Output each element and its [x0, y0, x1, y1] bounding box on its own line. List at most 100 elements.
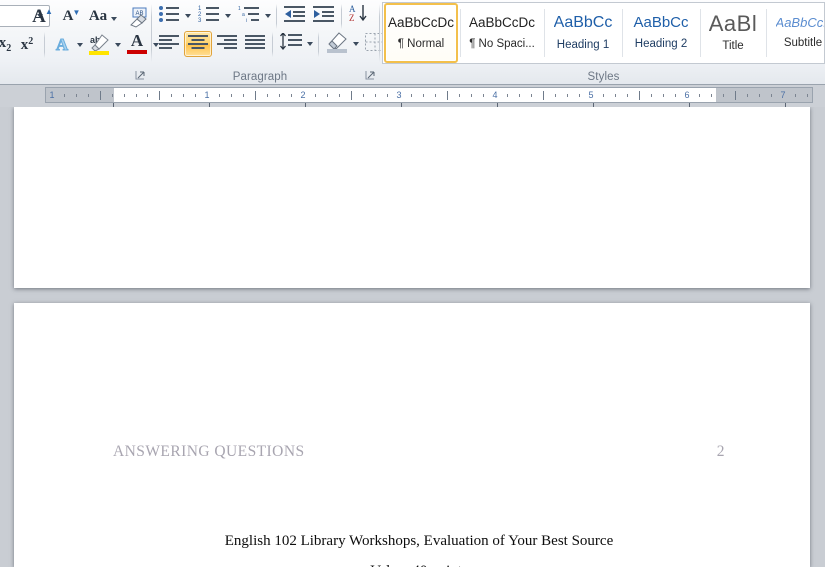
subscript-icon: x2 [0, 34, 12, 54]
ruler-number: 1 [204, 90, 210, 100]
ruler-number: 3 [396, 90, 402, 100]
document-title-line-2: Value: 40 points [113, 563, 725, 567]
align-left-button[interactable] [156, 32, 182, 56]
svg-text:a: a [242, 12, 245, 18]
superscript-icon: x2 [20, 35, 34, 53]
horizontal-ruler[interactable]: 1 1 2 3 4 5 6 7 [45, 87, 813, 103]
font-color-button[interactable]: A [124, 31, 150, 57]
line-spacing-chevron-down-icon[interactable] [307, 42, 313, 46]
shading-icon [326, 31, 348, 58]
style-preview: AaBbCcDc [468, 16, 536, 30]
increase-indent-button[interactable] [311, 4, 337, 28]
style-item-normal[interactable]: AaBbCcDc ¶ Normal [384, 3, 458, 63]
align-right-icon [217, 34, 237, 55]
group-divider-paragraph-styles [379, 4, 380, 62]
clear-formatting-button[interactable]: AB [126, 4, 152, 29]
ribbon-group-font-label: ont [0, 71, 65, 83]
line-spacing-icon [280, 31, 302, 55]
superscript-button[interactable]: x2 [14, 33, 40, 56]
ribbon-group-styles: AaBbCcDc ¶ Normal AaBbCcDc ¶ No Spaci...… [382, 0, 825, 85]
svg-text:Z: Z [349, 13, 355, 23]
style-preview: AaBbCcL [775, 16, 825, 30]
ribbon: A ▲ A ▼ Aa AB x2 x2 A ab A 1 2 3 1 a i A… [0, 0, 825, 85]
styles-gallery[interactable]: AaBbCcDc ¶ Normal AaBbCcDc ¶ No Spaci...… [382, 2, 825, 64]
ruler-right-margin [716, 88, 812, 102]
style-preview: AaBl [708, 13, 758, 36]
ruler-number: 5 [588, 90, 594, 100]
multilevel-list-icon: 1 a i [238, 5, 260, 28]
shrink-font-icon: A ▼ [62, 8, 81, 24]
ribbon-group-font: A ▲ A ▼ Aa AB x2 x2 A ab A [0, 0, 159, 85]
change-case-icon: Aa [88, 8, 108, 24]
document-page-2[interactable]: ANSWERING QUESTIONS 2 English 102 Librar… [14, 303, 810, 567]
style-name: ¶ No Spaci... [469, 37, 535, 50]
decrease-indent-button[interactable] [282, 4, 308, 28]
style-name: Heading 2 [634, 38, 688, 51]
text-highlight-color-button[interactable]: ab [86, 31, 112, 57]
style-preview: AaBbCс [553, 14, 613, 31]
font-color-icon: A [126, 32, 148, 56]
style-item-title[interactable]: AaBl Title [701, 3, 765, 63]
align-left-icon [159, 34, 179, 55]
sort-button[interactable]: A Z [346, 3, 372, 28]
ruler-number: 1 [49, 90, 55, 100]
text-effects-button[interactable]: A [50, 33, 74, 56]
running-head-text: ANSWERING QUESTIONS [113, 443, 305, 460]
ribbon-group-paragraph-label: Paragraph [232, 71, 288, 83]
highlight-chevron-down-icon[interactable] [115, 43, 121, 47]
numbering-button[interactable]: 1 2 3 [196, 4, 222, 28]
bullets-chevron-down-icon[interactable] [185, 14, 191, 18]
style-name: ¶ Normal [397, 37, 445, 50]
text-effects-chevron-down-icon[interactable] [77, 43, 83, 47]
align-right-button[interactable] [214, 32, 240, 56]
multilevel-list-button[interactable]: 1 a i [236, 4, 262, 28]
style-item-no-spacing[interactable]: AaBbCcDc ¶ No Spaci... [461, 3, 543, 63]
multilevel-list-chevron-down-icon[interactable] [265, 14, 271, 18]
line-spacing-button[interactable] [278, 31, 304, 56]
change-case-button[interactable]: Aa [86, 5, 120, 28]
ruler-number: 6 [684, 90, 690, 100]
highlight-icon: ab [87, 32, 111, 56]
bullets-icon [158, 5, 180, 28]
page-number: 2 [716, 443, 725, 460]
style-preview: AaBbCc [633, 15, 689, 31]
font-dialog-launcher[interactable] [134, 69, 147, 82]
document-canvas[interactable]: ANSWERING QUESTIONS 2 English 102 Librar… [0, 107, 825, 567]
align-center-icon [188, 34, 208, 55]
svg-text:i: i [246, 18, 247, 23]
text-effects-icon: A [55, 34, 69, 54]
numbering-chevron-down-icon[interactable] [225, 14, 231, 18]
increase-indent-icon [313, 5, 335, 28]
svg-text:1: 1 [238, 6, 241, 12]
ribbon-group-paragraph: 1 2 3 1 a i A Z Paragraph [152, 0, 397, 85]
document-title-line-1: English 102 Library Workshops, Evaluatio… [224, 533, 614, 549]
justify-button[interactable] [242, 32, 268, 56]
ruler-left-margin [46, 88, 114, 102]
decrease-indent-icon [284, 5, 306, 28]
ruler-number: 7 [780, 90, 786, 100]
clear-formatting-icon: AB [128, 6, 150, 28]
style-item-subtitle[interactable]: AaBbCcL Subtitle [767, 3, 825, 63]
word-window: A ▲ A ▼ Aa AB x2 x2 A ab A 1 2 3 1 a i A… [0, 0, 825, 567]
document-page-1[interactable] [14, 107, 810, 288]
shading-button[interactable] [324, 31, 350, 57]
style-name: Heading 1 [556, 38, 610, 51]
paragraph-dialog-launcher[interactable] [364, 69, 377, 82]
shrink-font-button[interactable]: A ▼ [55, 5, 81, 28]
align-center-button[interactable] [184, 31, 212, 57]
grow-font-button[interactable]: A ▲ [26, 5, 53, 28]
justify-icon [245, 34, 265, 55]
ruler-number: 4 [492, 90, 498, 100]
style-item-heading-2[interactable]: AaBbCc Heading 2 [623, 3, 699, 63]
page-header: ANSWERING QUESTIONS 2 [113, 443, 725, 461]
bullets-button[interactable] [156, 4, 182, 28]
style-preview: AaBbCcDc [387, 16, 455, 30]
sort-icon: A Z [348, 3, 370, 28]
numbering-icon: 1 2 3 [198, 5, 220, 28]
ribbon-group-styles-label: Styles [587, 71, 620, 83]
shading-chevron-down-icon[interactable] [353, 42, 359, 46]
style-item-heading-1[interactable]: AaBbCс Heading 1 [545, 3, 621, 63]
ruler-band: 1 1 2 3 4 5 6 7 [0, 85, 825, 194]
svg-text:3: 3 [198, 18, 202, 23]
grow-font-icon: A ▲ [32, 6, 53, 27]
